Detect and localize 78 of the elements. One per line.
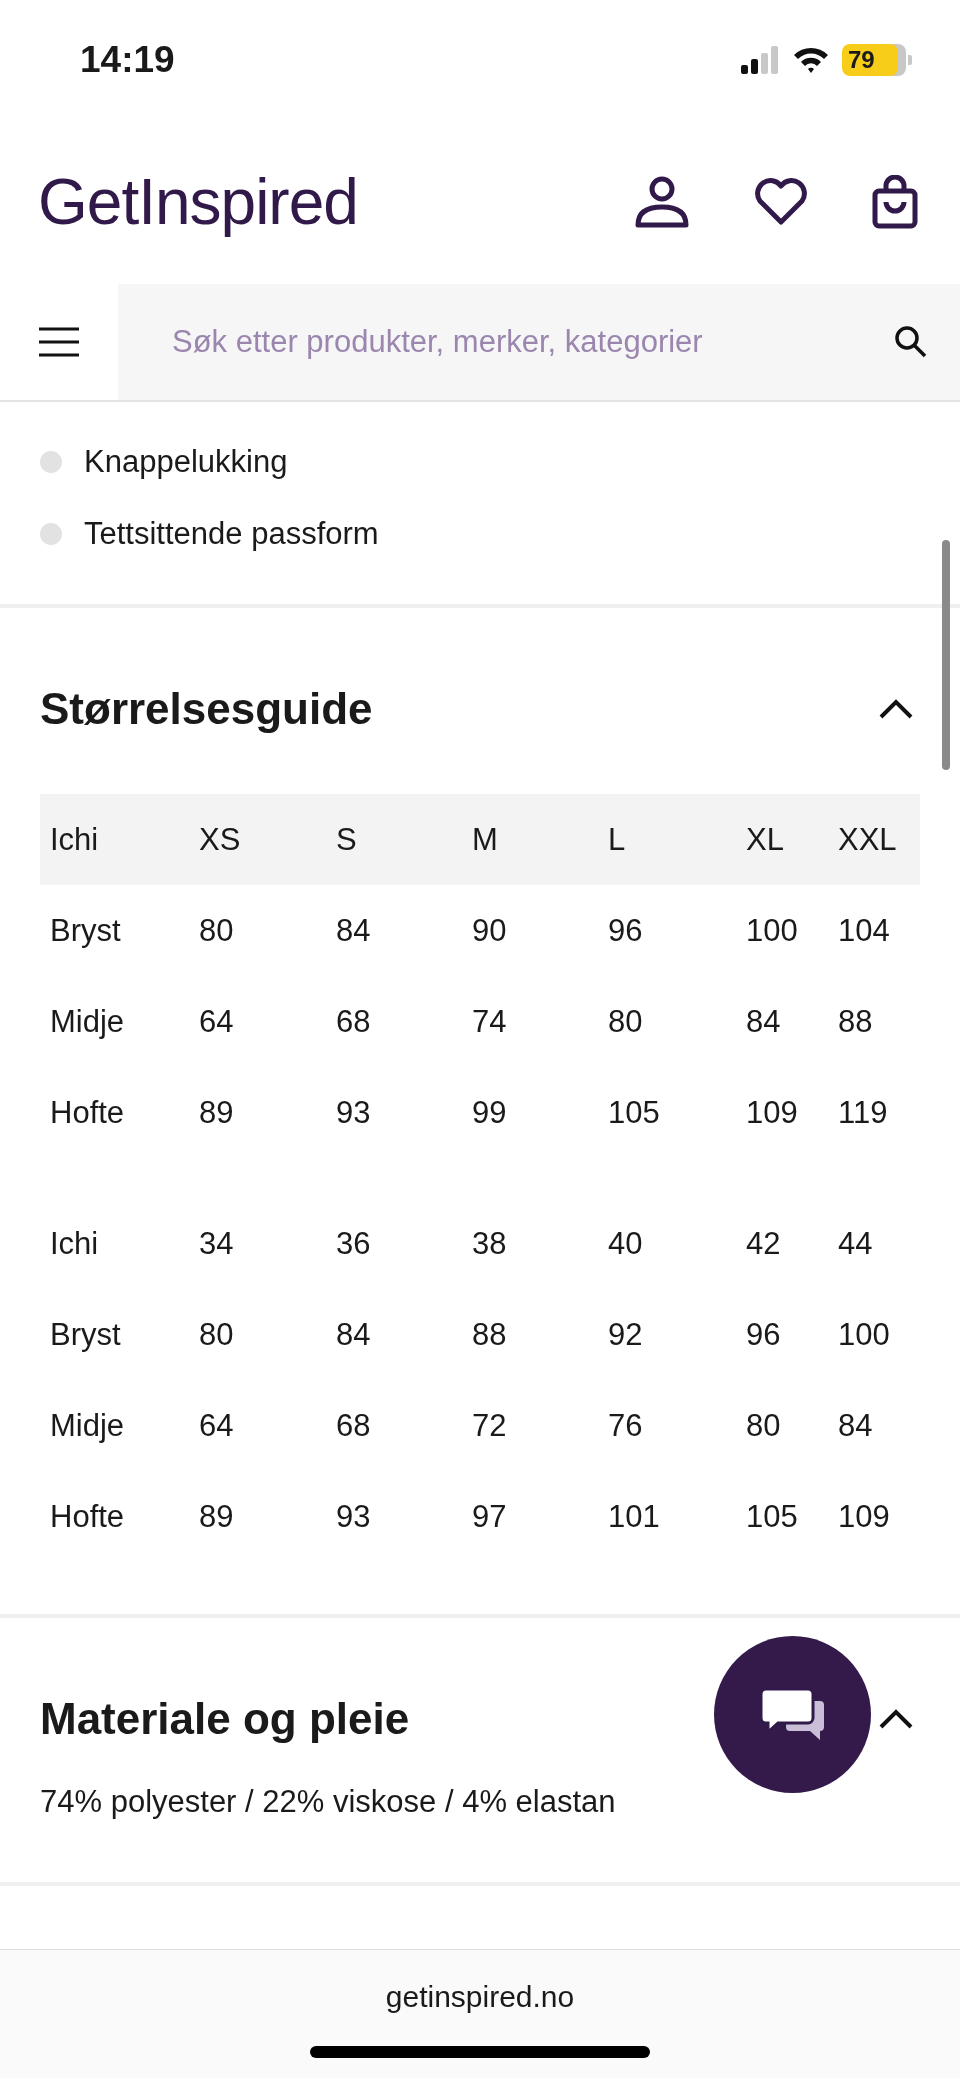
menu-icon (38, 327, 80, 357)
table-cell-text: 84 (336, 912, 372, 949)
table-cell-text: 84 (336, 1316, 372, 1353)
table-cell-text: 104 (838, 912, 891, 949)
column-header: L (608, 821, 627, 858)
table-cell-text: 84 (746, 1003, 782, 1040)
table-cell-text: 38 (472, 1225, 508, 1262)
table-cell-text: 68 (336, 1407, 372, 1444)
table-cell-text: 42 (746, 1225, 782, 1262)
table-cell-text: 80 (199, 912, 235, 949)
table-cell-text: Midje (50, 1003, 126, 1040)
bullet-icon (40, 523, 62, 545)
column-header: M (472, 821, 499, 858)
chevron-up-icon[interactable] (878, 698, 914, 720)
table-cell-text: 89 (199, 1498, 235, 1535)
column-header: XL (746, 821, 785, 858)
table-cell-text: 44 (838, 1225, 874, 1262)
table-cell-text: 74 (472, 1003, 508, 1040)
table-cell-text: 72 (472, 1407, 508, 1444)
signal-icon (740, 45, 780, 75)
table-cell-text: 64 (199, 1407, 235, 1444)
table-cell-text: 64 (199, 1003, 235, 1040)
table-cell-text: 96 (746, 1316, 782, 1353)
scrollbar[interactable] (942, 540, 950, 770)
search-icon[interactable] (894, 325, 928, 359)
shopping-bag-icon[interactable] (872, 175, 918, 229)
table-cell-text: 34 (199, 1225, 235, 1262)
search-bar[interactable]: Søk etter produkter, merker, kategorier (118, 284, 960, 400)
table-cell-text: 90 (472, 912, 508, 949)
table-cell-text: 119 (838, 1094, 889, 1131)
table-cell-text: Bryst (50, 1316, 122, 1353)
section-title: Materiale og pleie (40, 1694, 410, 1744)
account-icon[interactable] (634, 176, 690, 228)
bullet-icon (40, 451, 62, 473)
table-cell-text: 36 (336, 1225, 372, 1262)
table-cell-text: 84 (838, 1407, 874, 1444)
table-cell-text: 97 (472, 1498, 508, 1535)
column-header: XXL (838, 821, 898, 858)
table-cell-text: 68 (336, 1003, 372, 1040)
search-field[interactable]: Søk etter produkter, merker, kategorier (170, 323, 894, 361)
table-cell-text: Hofte (50, 1498, 126, 1535)
table-cell-text: Bryst (50, 912, 122, 949)
table-cell-text: 88 (838, 1003, 874, 1040)
column-header: S (336, 821, 358, 858)
table-cell-text: 100 (838, 1316, 891, 1353)
table-cell-text: 105 (746, 1498, 799, 1535)
table-cell-text: 93 (336, 1094, 372, 1131)
column-header: XS (199, 821, 242, 858)
material-text: 74% polyester / 22% viskose / 4% elastan (40, 1784, 617, 1820)
heart-icon[interactable] (754, 178, 808, 226)
table-cell-text: 105 (608, 1094, 661, 1131)
table-cell-text: 80 (608, 1003, 644, 1040)
table-cell-text: Hofte (50, 1094, 126, 1131)
table-cell-text: 109 (838, 1498, 891, 1535)
table-cell-text: 96 (608, 912, 644, 949)
table-cell-text: 99 (472, 1094, 508, 1131)
status-time: 14:19 (80, 39, 175, 81)
table-cell-text: 80 (199, 1316, 235, 1353)
table-cell-text: 40 (608, 1225, 644, 1262)
feature-text: Tettsittende passform (84, 516, 379, 552)
table-cell-text: 100 (746, 912, 799, 949)
table-cell-text: 92 (608, 1316, 644, 1353)
table-cell-text: 109 (746, 1094, 799, 1131)
wifi-icon (792, 45, 830, 75)
table-cell-text: 93 (336, 1498, 372, 1535)
logo[interactable]: GetInspired (38, 165, 358, 239)
section-title: Størrelsesguide (40, 684, 373, 734)
chevron-up-icon[interactable] (878, 1708, 914, 1730)
feature-text: Knappelukking (84, 444, 288, 480)
table-cell-text: Midje (50, 1407, 126, 1444)
table-cell-text: 80 (746, 1407, 782, 1444)
table-cell-text: 89 (199, 1094, 235, 1131)
column-header: Ichi (50, 821, 100, 858)
url-text[interactable]: getinspired.no (385, 1980, 575, 2014)
table-cell-text: 101 (608, 1498, 661, 1535)
table-cell-text: 76 (608, 1407, 644, 1444)
table-cell-text: Ichi (50, 1225, 100, 1262)
table-cell-text: 88 (472, 1316, 508, 1353)
